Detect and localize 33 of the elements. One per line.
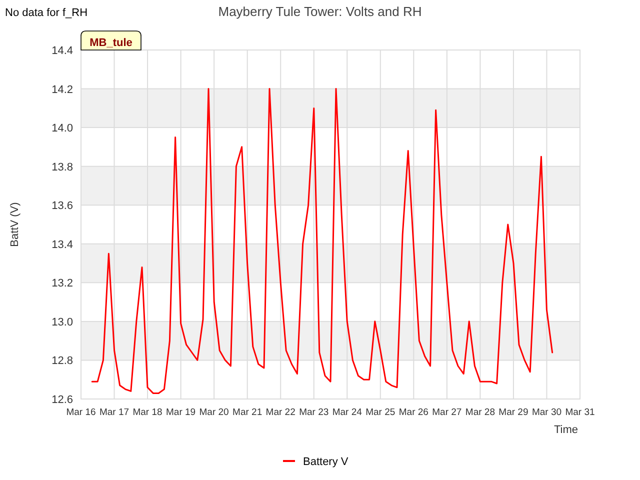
y-tick-label: 13.2 xyxy=(52,278,73,290)
y-tick-label: 14.2 xyxy=(52,84,73,96)
y-tick-label: 13.0 xyxy=(52,316,73,328)
y-tick-label: 12.6 xyxy=(52,394,73,406)
y-tick-label: 13.4 xyxy=(52,238,73,251)
y-tick-label: 13.8 xyxy=(52,161,73,174)
x-tick-label: Mar 16 xyxy=(66,407,96,418)
x-tick-label: Mar 20 xyxy=(199,407,229,418)
x-tick-label: Mar 25 xyxy=(366,407,396,418)
x-axis-label: Time xyxy=(554,424,578,436)
x-tick-label: Mar 28 xyxy=(465,407,495,418)
x-tick-label: Mar 26 xyxy=(398,407,428,418)
x-tick-label: Mar 27 xyxy=(432,407,462,418)
x-tick-label: Mar 23 xyxy=(299,407,329,418)
x-tick-label: Mar 21 xyxy=(232,407,262,418)
x-tick-label: Mar 24 xyxy=(332,407,362,418)
y-tick-label: 14.4 xyxy=(52,45,73,57)
x-tick-label: Mar 19 xyxy=(166,407,196,418)
x-tick-label: Mar 18 xyxy=(132,407,162,418)
y-tick-label: 14.0 xyxy=(52,122,73,135)
y-tick-label: 13.6 xyxy=(52,200,73,212)
y-tick-label: 12.8 xyxy=(52,355,73,368)
x-tick-label: Mar 29 xyxy=(498,407,528,418)
x-tick-label: Mar 22 xyxy=(266,407,296,418)
y-axis-label: BattV (V) xyxy=(9,202,21,247)
x-tick-label: Mar 30 xyxy=(532,407,562,418)
x-tick-label: Mar 31 xyxy=(565,407,595,418)
station-tag: MB_tule xyxy=(80,30,142,50)
legend-line-icon xyxy=(283,460,295,462)
no-data-notice: No data for f_RH xyxy=(5,7,88,19)
legend-label: Battery V xyxy=(303,456,348,468)
chart-title: Mayberry Tule Tower: Volts and RH xyxy=(218,4,422,19)
x-tick-label: Mar 17 xyxy=(99,407,130,418)
